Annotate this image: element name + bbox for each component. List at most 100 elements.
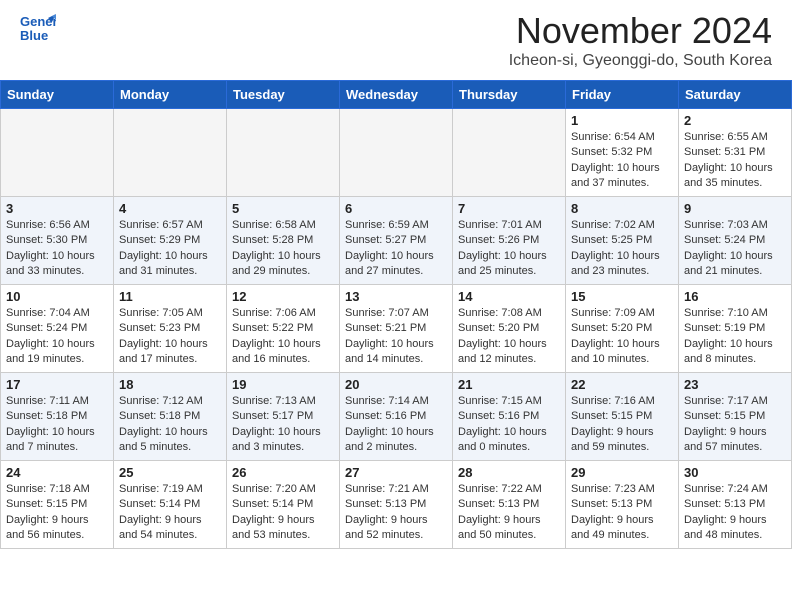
calendar-week-row: 3Sunrise: 6:56 AM Sunset: 5:30 PM Daylig… <box>1 197 792 285</box>
logo-icon: General Blue <box>20 10 56 46</box>
calendar-day-cell: 4 Sunrise: 6:57 AM Sunset: 5:29 PM Daylig… <box>114 197 227 285</box>
calendar-day-cell <box>340 109 453 197</box>
day-number: 30 <box>684 465 786 480</box>
day-info: Sunrise: 7:07 AM Sunset: 5:21 PM Dayligh… <box>345 306 447 368</box>
day-info: Sunrise: 7:04 AM Sunset: 5:24 PM Dayligh… <box>6 306 108 368</box>
day-info: Sunrise: 7:12 AM Sunset: 5:18 PM Dayligh… <box>119 394 221 456</box>
month-title: November 2024 <box>509 10 772 52</box>
day-info: Sunrise: 7:03 AM Sunset: 5:24 PM Dayligh… <box>684 218 786 280</box>
weekday-header-thursday: Thursday <box>453 81 566 109</box>
day-info: Sunrise: 7:24 AM Sunset: 5:13 PM Dayligh… <box>684 482 786 544</box>
weekday-header-sunday: Sunday <box>1 81 114 109</box>
day-number: 16 <box>684 289 786 304</box>
calendar-week-row: 17Sunrise: 7:11 AM Sunset: 5:18 PM Dayli… <box>1 373 792 461</box>
day-info: Sunrise: 7:17 AM Sunset: 5:15 PM Dayligh… <box>684 394 786 456</box>
day-number: 21 <box>458 377 560 392</box>
day-info: Sunrise: 7:10 AM Sunset: 5:19 PM Dayligh… <box>684 306 786 368</box>
weekday-header-saturday: Saturday <box>679 81 792 109</box>
day-number: 9 <box>684 201 786 216</box>
day-number: 19 <box>232 377 334 392</box>
calendar-day-cell: 8Sunrise: 7:02 AM Sunset: 5:25 PM Daylig… <box>566 197 679 285</box>
calendar-day-cell: 14 Sunrise: 7:08 AM Sunset: 5:20 PM Dayli… <box>453 285 566 373</box>
calendar-day-cell: 13 Sunrise: 7:07 AM Sunset: 5:21 PM Dayli… <box>340 285 453 373</box>
calendar-week-row: 10 Sunrise: 7:04 AM Sunset: 5:24 PM Dayli… <box>1 285 792 373</box>
day-number: 25 <box>119 465 221 480</box>
day-number: 29 <box>571 465 673 480</box>
calendar-day-cell: 15 Sunrise: 7:09 AM Sunset: 5:20 PM Dayli… <box>566 285 679 373</box>
calendar-day-cell: 11Sunrise: 7:05 AM Sunset: 5:23 PM Dayli… <box>114 285 227 373</box>
calendar-day-cell: 23 Sunrise: 7:17 AM Sunset: 5:15 PM Dayli… <box>679 373 792 461</box>
calendar-day-cell <box>1 109 114 197</box>
calendar-day-cell: 6Sunrise: 6:59 AM Sunset: 5:27 PM Daylig… <box>340 197 453 285</box>
calendar-day-cell: 5 Sunrise: 6:58 AM Sunset: 5:28 PM Daylig… <box>227 197 340 285</box>
calendar-week-row: 1Sunrise: 6:54 AM Sunset: 5:32 PM Daylig… <box>1 109 792 197</box>
day-number: 13 <box>345 289 447 304</box>
day-number: 15 <box>571 289 673 304</box>
calendar-day-cell: 29 Sunrise: 7:23 AM Sunset: 5:13 PM Dayli… <box>566 461 679 549</box>
day-info: Sunrise: 7:15 AM Sunset: 5:16 PM Dayligh… <box>458 394 560 456</box>
day-number: 10 <box>6 289 108 304</box>
day-info: Sunrise: 7:08 AM Sunset: 5:20 PM Dayligh… <box>458 306 560 368</box>
title-block: November 2024 Icheon-si, Gyeonggi-do, So… <box>509 10 772 70</box>
day-info: Sunrise: 7:20 AM Sunset: 5:14 PM Dayligh… <box>232 482 334 544</box>
svg-text:General: General <box>20 14 56 29</box>
day-number: 6 <box>345 201 447 216</box>
day-info: Sunrise: 7:16 AM Sunset: 5:15 PM Dayligh… <box>571 394 673 456</box>
logo: General Blue <box>20 10 56 46</box>
day-info: Sunrise: 7:01 AM Sunset: 5:26 PM Dayligh… <box>458 218 560 280</box>
day-number: 12 <box>232 289 334 304</box>
weekday-header-monday: Monday <box>114 81 227 109</box>
day-info: Sunrise: 7:09 AM Sunset: 5:20 PM Dayligh… <box>571 306 673 368</box>
day-number: 23 <box>684 377 786 392</box>
day-number: 4 <box>119 201 221 216</box>
calendar-day-cell: 24Sunrise: 7:18 AM Sunset: 5:15 PM Dayli… <box>1 461 114 549</box>
page-header: General Blue November 2024 Icheon-si, Gy… <box>0 0 792 75</box>
day-number: 11 <box>119 289 221 304</box>
calendar-day-cell: 1Sunrise: 6:54 AM Sunset: 5:32 PM Daylig… <box>566 109 679 197</box>
calendar-day-cell <box>114 109 227 197</box>
weekday-header-row: SundayMondayTuesdayWednesdayThursdayFrid… <box>1 81 792 109</box>
day-info: Sunrise: 6:58 AM Sunset: 5:28 PM Dayligh… <box>232 218 334 280</box>
day-info: Sunrise: 7:22 AM Sunset: 5:13 PM Dayligh… <box>458 482 560 544</box>
day-info: Sunrise: 6:54 AM Sunset: 5:32 PM Dayligh… <box>571 130 673 192</box>
calendar-day-cell <box>453 109 566 197</box>
day-number: 22 <box>571 377 673 392</box>
calendar-day-cell: 17Sunrise: 7:11 AM Sunset: 5:18 PM Dayli… <box>1 373 114 461</box>
calendar-day-cell: 16 Sunrise: 7:10 AM Sunset: 5:19 PM Dayli… <box>679 285 792 373</box>
day-info: Sunrise: 7:14 AM Sunset: 5:16 PM Dayligh… <box>345 394 447 456</box>
day-number: 5 <box>232 201 334 216</box>
calendar-day-cell: 12 Sunrise: 7:06 AM Sunset: 5:22 PM Dayli… <box>227 285 340 373</box>
calendar-day-cell: 3Sunrise: 6:56 AM Sunset: 5:30 PM Daylig… <box>1 197 114 285</box>
calendar-day-cell: 21 Sunrise: 7:15 AM Sunset: 5:16 PM Dayli… <box>453 373 566 461</box>
calendar-week-row: 24Sunrise: 7:18 AM Sunset: 5:15 PM Dayli… <box>1 461 792 549</box>
calendar-day-cell: 25 Sunrise: 7:19 AM Sunset: 5:14 PM Dayli… <box>114 461 227 549</box>
day-number: 28 <box>458 465 560 480</box>
calendar-day-cell: 19 Sunrise: 7:13 AM Sunset: 5:17 PM Dayli… <box>227 373 340 461</box>
day-info: Sunrise: 7:19 AM Sunset: 5:14 PM Dayligh… <box>119 482 221 544</box>
weekday-header-tuesday: Tuesday <box>227 81 340 109</box>
calendar-day-cell: 20 Sunrise: 7:14 AM Sunset: 5:16 PM Dayli… <box>340 373 453 461</box>
day-number: 18 <box>119 377 221 392</box>
location: Icheon-si, Gyeonggi-do, South Korea <box>509 52 772 70</box>
day-number: 20 <box>345 377 447 392</box>
day-info: Sunrise: 7:23 AM Sunset: 5:13 PM Dayligh… <box>571 482 673 544</box>
day-number: 24 <box>6 465 108 480</box>
day-number: 26 <box>232 465 334 480</box>
calendar-day-cell: 30 Sunrise: 7:24 AM Sunset: 5:13 PM Dayli… <box>679 461 792 549</box>
day-info: Sunrise: 7:06 AM Sunset: 5:22 PM Dayligh… <box>232 306 334 368</box>
day-number: 27 <box>345 465 447 480</box>
day-number: 2 <box>684 113 786 128</box>
calendar-table: SundayMondayTuesdayWednesdayThursdayFrid… <box>0 80 792 549</box>
calendar-day-cell: 7 Sunrise: 7:01 AM Sunset: 5:26 PM Daylig… <box>453 197 566 285</box>
calendar-day-cell: 9 Sunrise: 7:03 AM Sunset: 5:24 PM Daylig… <box>679 197 792 285</box>
day-number: 14 <box>458 289 560 304</box>
day-number: 8 <box>571 201 673 216</box>
day-number: 17 <box>6 377 108 392</box>
day-info: Sunrise: 6:57 AM Sunset: 5:29 PM Dayligh… <box>119 218 221 280</box>
calendar-day-cell: 22 Sunrise: 7:16 AM Sunset: 5:15 PM Dayli… <box>566 373 679 461</box>
day-number: 3 <box>6 201 108 216</box>
day-info: Sunrise: 7:13 AM Sunset: 5:17 PM Dayligh… <box>232 394 334 456</box>
day-number: 7 <box>458 201 560 216</box>
calendar-day-cell: 28 Sunrise: 7:22 AM Sunset: 5:13 PM Dayli… <box>453 461 566 549</box>
svg-text:Blue: Blue <box>20 28 48 43</box>
